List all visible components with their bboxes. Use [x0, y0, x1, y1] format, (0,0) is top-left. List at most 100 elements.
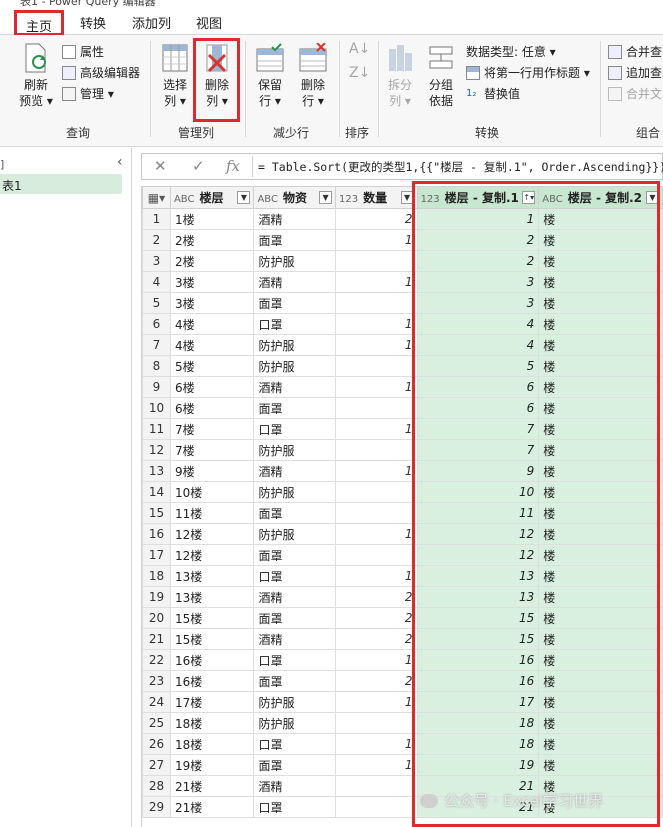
cell-floor-copy-1[interactable]: 13 — [416, 586, 540, 608]
cell-floor-copy-1[interactable]: 4 — [416, 334, 540, 356]
cell-floor-copy-2[interactable]: 楼 — [538, 397, 663, 419]
filter-dropdown-icon[interactable]: ▼ — [319, 191, 333, 204]
cell-floor-copy-2[interactable]: 楼 — [538, 271, 663, 293]
cell-item[interactable]: 酒精 — [253, 628, 337, 650]
cell-quantity[interactable] — [335, 544, 418, 566]
cell-floor[interactable]: 15楼 — [169, 628, 255, 650]
cell-floor-copy-2[interactable]: 楼 — [538, 523, 663, 545]
table-row[interactable]: 23 16楼 面罩 2 16 楼 — [142, 670, 663, 692]
cell-item[interactable]: 面罩 — [253, 670, 337, 692]
cell-quantity[interactable] — [335, 355, 418, 377]
cell-quantity[interactable]: 2 — [335, 628, 418, 650]
cell-floor-copy-1[interactable]: 13 — [416, 565, 540, 587]
cell-quantity[interactable]: 1 — [335, 523, 418, 545]
cell-item[interactable]: 酒精 — [253, 271, 337, 293]
cell-floor[interactable]: 19楼 — [169, 754, 255, 776]
manage-button[interactable]: 管理 ▾ — [62, 85, 114, 102]
table-row[interactable]: 17 12楼 面罩 12 楼 — [142, 544, 663, 566]
cell-quantity[interactable]: 1 — [335, 334, 418, 356]
cell-floor-copy-1[interactable]: 7 — [416, 439, 540, 461]
cell-floor-copy-2[interactable]: 楼 — [538, 460, 663, 482]
cell-floor-copy-1[interactable]: 6 — [416, 376, 540, 398]
table-menu-corner[interactable]: ▦▾ — [142, 186, 171, 209]
cell-item[interactable]: 口罩 — [253, 733, 337, 755]
table-row[interactable]: 24 17楼 防护服 1 17 楼 — [142, 691, 663, 713]
cell-item[interactable]: 口罩 — [253, 649, 337, 671]
cell-floor-copy-2[interactable]: 楼 — [538, 586, 663, 608]
cell-floor[interactable]: 6楼 — [169, 376, 255, 398]
cell-floor-copy-1[interactable]: 2 — [416, 229, 540, 251]
filter-dropdown-icon[interactable]: ▼ — [237, 191, 251, 204]
cell-item[interactable]: 酒精 — [253, 775, 337, 797]
table-row[interactable]: 20 15楼 面罩 2 15 楼 — [142, 607, 663, 629]
tab-add-column[interactable]: 添加列 — [132, 13, 171, 32]
cell-floor-copy-2[interactable]: 楼 — [538, 607, 663, 629]
cell-floor[interactable]: 16楼 — [169, 649, 255, 671]
cell-floor[interactable]: 7楼 — [169, 418, 255, 440]
cell-quantity[interactable] — [335, 397, 418, 419]
cell-floor-copy-2[interactable]: 楼 — [538, 208, 663, 230]
data-type-dropdown[interactable]: 数据类型: 任意 ▾ — [466, 43, 556, 60]
cell-item[interactable]: 防护服 — [253, 355, 337, 377]
cell-floor[interactable]: 11楼 — [169, 502, 255, 524]
cell-floor-copy-2[interactable]: 楼 — [538, 628, 663, 650]
remove-columns-button[interactable]: 删除 列 ▾ — [197, 43, 237, 109]
cell-quantity[interactable]: 1 — [335, 691, 418, 713]
filter-dropdown-icon[interactable]: ▼ — [400, 191, 414, 204]
cell-quantity[interactable]: 1 — [335, 271, 418, 293]
cell-quantity[interactable]: 1 — [335, 649, 418, 671]
sort-ascending-filter-icon[interactable]: ↑▾ — [522, 191, 536, 204]
cell-floor[interactable]: 4楼 — [169, 334, 255, 356]
table-row[interactable]: 16 12楼 防护服 1 12 楼 — [142, 523, 663, 545]
cell-floor-copy-2[interactable]: 楼 — [538, 502, 663, 524]
table-row[interactable]: 26 18楼 口罩 1 18 楼 — [142, 733, 663, 755]
cell-quantity[interactable]: 1 — [335, 418, 418, 440]
merge-queries-button[interactable]: 合并查 — [608, 43, 662, 60]
table-row[interactable]: 18 13楼 口罩 1 13 楼 — [142, 565, 663, 587]
sort-ascending-icon[interactable]: A↓ — [349, 41, 370, 57]
table-row[interactable]: 2 2楼 面罩 1 2 楼 — [142, 229, 663, 251]
cell-floor-copy-1[interactable]: 3 — [416, 292, 540, 314]
cell-floor-copy-1[interactable]: 18 — [416, 712, 540, 734]
cell-floor-copy-2[interactable]: 楼 — [538, 250, 663, 272]
cell-floor-copy-2[interactable]: 楼 — [538, 481, 663, 503]
cell-quantity[interactable]: 2 — [335, 586, 418, 608]
cell-floor-copy-1[interactable]: 16 — [416, 649, 540, 671]
refresh-preview-button[interactable]: 刷新 预览 ▾ — [16, 43, 56, 109]
column-header-floor[interactable]: ABC 楼层 ▼ — [169, 186, 255, 209]
cell-floor-copy-2[interactable]: 楼 — [538, 544, 663, 566]
cell-quantity[interactable]: 1 — [335, 733, 418, 755]
cell-quantity[interactable] — [335, 439, 418, 461]
cell-quantity[interactable]: 2 — [335, 607, 418, 629]
cell-floor[interactable]: 18楼 — [169, 733, 255, 755]
cell-floor-copy-1[interactable]: 7 — [416, 418, 540, 440]
cell-floor-copy-1[interactable]: 9 — [416, 460, 540, 482]
cell-quantity[interactable] — [335, 292, 418, 314]
cell-item[interactable]: 防护服 — [253, 712, 337, 734]
cell-floor[interactable]: 15楼 — [169, 607, 255, 629]
cell-floor[interactable]: 12楼 — [169, 523, 255, 545]
cell-item[interactable]: 酒精 — [253, 586, 337, 608]
cell-item[interactable]: 酒精 — [253, 376, 337, 398]
cell-floor-copy-1[interactable]: 15 — [416, 628, 540, 650]
choose-columns-button[interactable]: 选择 列 ▾ — [155, 43, 195, 109]
cell-floor-copy-1[interactable]: 2 — [416, 250, 540, 272]
cell-floor-copy-1[interactable]: 6 — [416, 397, 540, 419]
cell-item[interactable]: 面罩 — [253, 502, 337, 524]
cell-floor[interactable]: 21楼 — [169, 796, 255, 818]
properties-button[interactable]: 属性 — [62, 43, 104, 60]
cell-quantity[interactable]: 1 — [335, 376, 418, 398]
cell-quantity[interactable] — [335, 775, 418, 797]
split-column-button[interactable]: 拆分 列 ▾ — [382, 43, 418, 109]
cell-floor-copy-2[interactable]: 楼 — [538, 754, 663, 776]
tab-home[interactable]: 主页 — [14, 10, 64, 36]
cell-floor-copy-1[interactable]: 12 — [416, 523, 540, 545]
cell-quantity[interactable]: 1 — [335, 460, 418, 482]
keep-rows-button[interactable]: 保留 行 ▾ — [250, 43, 290, 109]
cell-floor-copy-2[interactable]: 楼 — [538, 376, 663, 398]
cell-floor[interactable]: 13楼 — [169, 586, 255, 608]
cell-quantity[interactable]: 1 — [335, 313, 418, 335]
cell-floor-copy-1[interactable]: 16 — [416, 670, 540, 692]
cell-floor-copy-2[interactable]: 楼 — [538, 229, 663, 251]
cell-floor-copy-1[interactable]: 1 — [416, 208, 540, 230]
